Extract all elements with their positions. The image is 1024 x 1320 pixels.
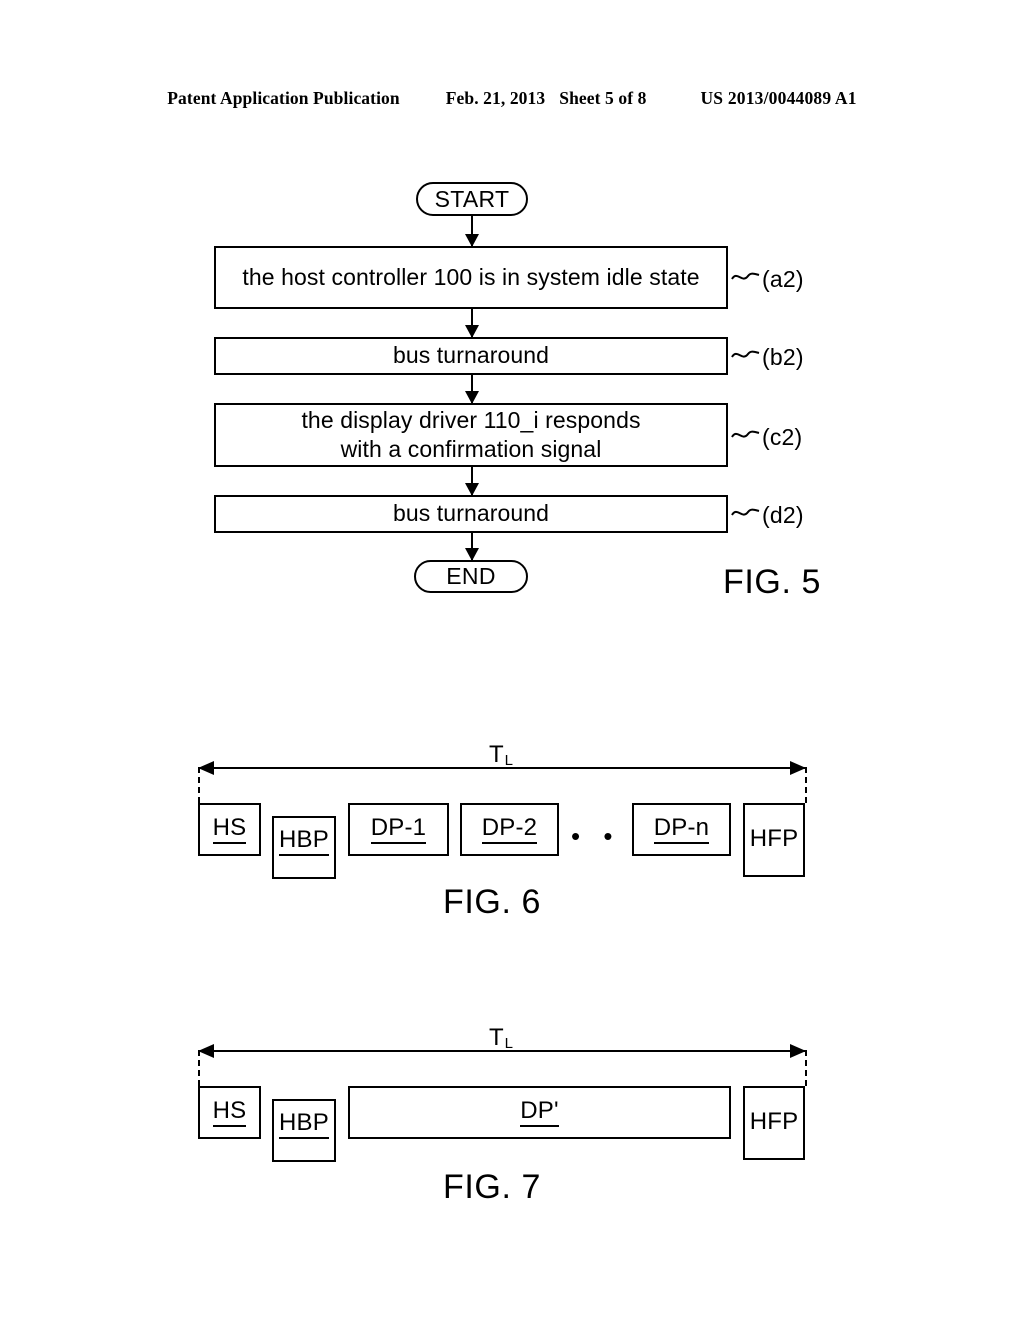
figure-6: TL HS HBP DP-1 DP-2 • • • DP-n HFP FIG. … — [0, 735, 1024, 935]
figure-7-slot-hfp-label: HFP — [749, 1107, 799, 1135]
header-publication-text: Patent Application Publication — [167, 88, 400, 108]
figure-7-extension-line-left — [198, 1050, 200, 1086]
reference-squiggle-c2-icon — [731, 430, 760, 438]
figure-7: TL HS HBP DP' HFP FIG. 7 — [0, 1018, 1024, 1218]
figure-6-dimension-arrow-left-icon — [198, 761, 214, 775]
figure-7-dimension-line — [198, 1044, 806, 1058]
flowchart-step-c2-label: the display driver 110_i responds with a… — [301, 406, 641, 462]
figure-6-slot-dp-n: DP-n — [632, 803, 731, 856]
reference-tag-b2: (b2) — [762, 344, 804, 370]
figure-6-slot-hbp: HBP — [272, 816, 336, 879]
flowchart-step-b2: bus turnaround — [214, 337, 728, 375]
header-sheet-text: Sheet 5 of 8 — [559, 88, 647, 108]
figure-6-span-label-main: T — [489, 741, 504, 768]
figure-7-slot-hbp-label: HBP — [279, 1110, 329, 1139]
reference-squiggle-d2-icon — [731, 508, 760, 516]
flowchart-step-a2-label: the host controller 100 is in system idl… — [242, 263, 700, 290]
figure-5-caption: FIG. 5 — [723, 563, 822, 601]
flowchart-step-c2: the display driver 110_i responds with a… — [214, 403, 728, 467]
reference-tag-a2: (a2) — [762, 266, 804, 292]
figure-6-dimension-arrow-right-icon — [790, 761, 806, 775]
figure-6-slot-hfp-label: HFP — [749, 824, 799, 852]
figure-7-dimension-arrow-right-icon — [790, 1044, 806, 1058]
flowchart-step-d2-label: bus turnaround — [392, 500, 550, 527]
figure-6-slot-hfp: HFP — [743, 803, 805, 877]
flow-arrow-d2-to-end — [471, 533, 473, 560]
figure-7-dimension-arrow-left-icon — [198, 1044, 214, 1058]
figure-7-slot-hs-label: HS — [212, 1098, 247, 1127]
flowchart-start-label: START — [434, 185, 510, 212]
figure-6-span-label: TL — [489, 741, 513, 769]
flowchart-step-d2: bus turnaround — [214, 495, 728, 533]
figure-6-slot-dp-2-label: DP-2 — [481, 815, 538, 844]
figure-6-slot-dp-2: DP-2 — [460, 803, 559, 856]
flowchart-step-a2: the host controller 100 is in system idl… — [214, 246, 728, 309]
flow-arrow-a2-to-b2 — [471, 309, 473, 337]
flowchart-start-terminator: START — [416, 182, 528, 216]
flow-arrow-start-to-a2 — [471, 216, 473, 246]
header-date-text: Feb. 21, 2013 — [445, 88, 546, 108]
figure-6-dimension-line — [198, 761, 806, 775]
figure-6-slot-dp-1-label: DP-1 — [370, 815, 427, 844]
flow-arrow-c2-to-d2 — [471, 467, 473, 495]
figure-7-slot-dp-prime-label: DP' — [520, 1098, 559, 1127]
header-document-number: US 2013/0044089 A1 — [700, 88, 857, 108]
figure-7-slot-hs: HS — [198, 1086, 261, 1139]
figure-7-caption: FIG. 7 — [443, 1168, 542, 1206]
figure-7-slot-dp-prime: DP' — [348, 1086, 731, 1139]
figure-6-slot-dp-n-label: DP-n — [653, 815, 710, 844]
reference-squiggle-a2-icon — [731, 272, 760, 280]
figure-5: START the host controller 100 is in syst… — [0, 160, 1024, 630]
figure-6-extension-line-right — [805, 767, 807, 803]
figure-6-slot-hs: HS — [198, 803, 261, 856]
flowchart-end-label: END — [446, 563, 496, 589]
flow-arrow-b2-to-c2 — [471, 375, 473, 403]
figure-6-slot-dp-1: DP-1 — [348, 803, 449, 856]
figure-7-slot-hfp: HFP — [743, 1086, 805, 1160]
page-running-header: Patent Application Publication Feb. 21, … — [0, 88, 1024, 109]
reference-tag-c2: (c2) — [762, 424, 803, 450]
figure-6-slot-hbp-label: HBP — [279, 827, 329, 856]
figure-6-caption: FIG. 6 — [443, 883, 542, 921]
reference-squiggle-b2-icon — [731, 350, 760, 358]
flowchart-step-b2-label: bus turnaround — [392, 342, 550, 369]
figure-7-extension-line-right — [805, 1050, 807, 1086]
figure-7-span-label-main: T — [489, 1024, 504, 1051]
figure-6-extension-line-left — [198, 767, 200, 803]
figure-7-slot-hbp: HBP — [272, 1099, 336, 1162]
figure-6-slot-hs-label: HS — [212, 815, 247, 844]
figure-7-span-label: TL — [489, 1024, 513, 1052]
flowchart-end-terminator: END — [414, 560, 528, 593]
reference-tag-d2: (d2) — [762, 502, 804, 528]
